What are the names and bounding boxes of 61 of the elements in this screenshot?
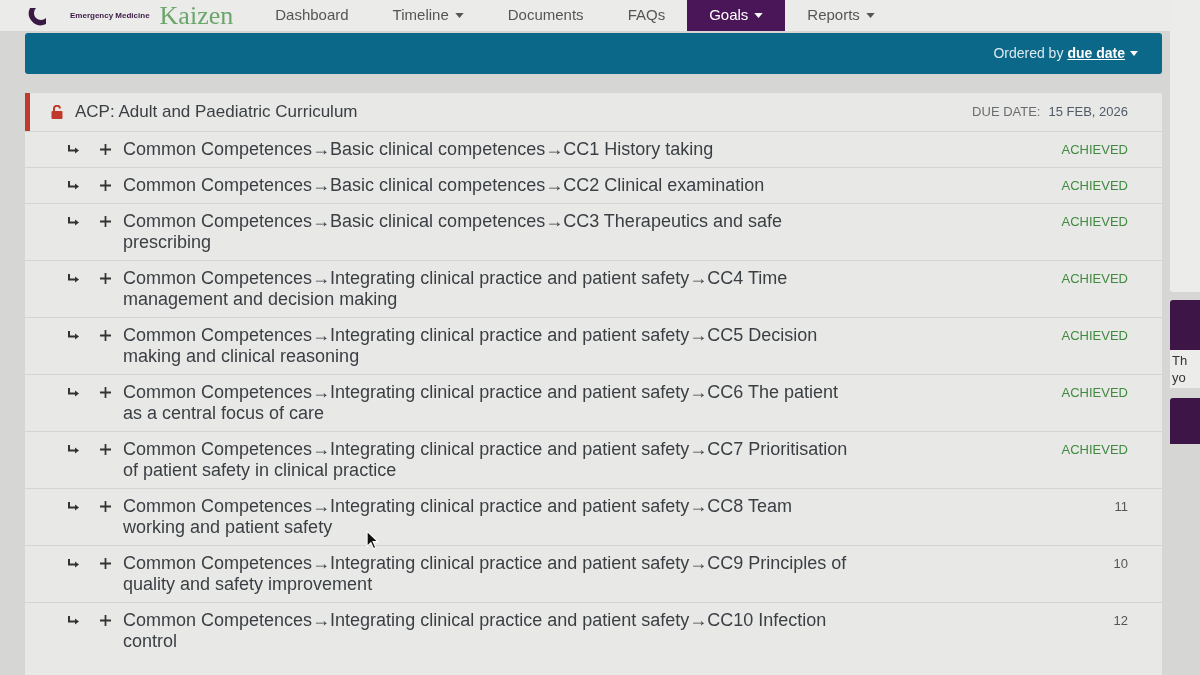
side-panel-text: Th	[1172, 352, 1189, 369]
status-label: ACHIEVED	[1061, 327, 1128, 345]
mouse-cursor-icon	[366, 530, 379, 550]
lock-icon	[51, 105, 63, 119]
plus-icon[interactable]	[100, 558, 111, 569]
return-arrow-icon	[67, 444, 80, 455]
goal-title[interactable]: ACP: Adult and Paediatric Curriculum	[75, 99, 358, 125]
competence-title: Common Competences→Basic clinical competences→CC3 Therapeutics and safe prescribing	[123, 211, 782, 252]
nav-tab[interactable]: Goals	[687, 0, 786, 31]
plus-icon[interactable]	[100, 180, 111, 191]
status-label: ACHIEVED	[1061, 441, 1128, 459]
logo-wordmark: Kaizen	[159, 1, 234, 30]
competence-title: Common Competences→Integrating clinical practice and patient safety→CC5 Decision making and clinical reasoning	[123, 325, 818, 366]
nav-tab[interactable]: FAQs	[605, 0, 688, 31]
plus-icon[interactable]	[100, 216, 111, 227]
plus-icon[interactable]	[100, 144, 111, 155]
nav-tab[interactable]: Reports	[785, 0, 897, 31]
return-arrow-icon	[67, 180, 80, 191]
side-panel-header	[1170, 398, 1200, 444]
due-date-label: DUE DATE:	[972, 103, 1041, 122]
sort-label: Ordered by	[993, 44, 1064, 63]
sort-dropdown[interactable]: due date	[1067, 43, 1138, 64]
competence-title: Common Competences→Integrating clinical practice and patient safety→CC10 Infection control	[123, 610, 827, 651]
side-panel-header	[1170, 300, 1200, 350]
logo-subtitle: Emergency Medicine	[70, 9, 150, 22]
side-panel-text: yo	[1172, 369, 1187, 386]
status-label: ACHIEVED	[1061, 141, 1128, 159]
competence-title: Common Competences→Integrating clinical practice and patient safety→CC7 Prioritisation of patient safety in clinical practice	[123, 439, 848, 480]
nav-tab[interactable]: Timeline	[370, 0, 486, 31]
plus-icon[interactable]	[100, 330, 111, 341]
return-arrow-icon	[67, 501, 80, 512]
return-arrow-icon	[67, 615, 80, 626]
return-arrow-icon	[67, 387, 80, 398]
competence-title: Common Competences→Integrating clinical practice and patient safety→CC6 The patient as a central focus of care	[123, 382, 839, 423]
count-label: 11	[1114, 498, 1128, 516]
plus-icon[interactable]	[100, 501, 111, 512]
return-arrow-icon	[67, 273, 80, 284]
competence-title: Common Competences→Integrating clinical practice and patient safety→CC8 Team working and patient safety	[123, 496, 792, 537]
count-label: 10	[1113, 555, 1128, 573]
logo-icon	[28, 5, 48, 26]
caret-icon	[1130, 51, 1138, 56]
plus-icon[interactable]	[100, 387, 111, 398]
return-arrow-icon	[67, 558, 80, 569]
status-label: ACHIEVED	[1061, 270, 1128, 288]
plus-icon[interactable]	[100, 615, 111, 626]
status-label: ACHIEVED	[1061, 177, 1128, 195]
competence-title: Common Competences→Integrating clinical practice and patient safety→CC9 Principles of quality and safety improvement	[123, 553, 847, 594]
plus-icon[interactable]	[100, 273, 111, 284]
nav-tab[interactable]: Documents	[485, 0, 606, 31]
return-arrow-icon	[67, 144, 80, 155]
plus-icon[interactable]	[100, 444, 111, 455]
competence-title: Common Competences→Basic clinical competences→CC1 History taking	[123, 139, 714, 159]
due-date-value: 15 FEB, 2026	[1048, 103, 1128, 122]
status-label: ACHIEVED	[1061, 384, 1128, 402]
competence-title: Common Competences→Basic clinical competences→CC2 Clinical examination	[123, 175, 765, 195]
return-arrow-icon	[67, 330, 80, 341]
nav-tab[interactable]: Dashboard	[253, 0, 371, 31]
status-label: ACHIEVED	[1061, 213, 1128, 231]
count-label: 12	[1113, 612, 1128, 630]
return-arrow-icon	[67, 216, 80, 227]
competence-title: Common Competences→Integrating clinical practice and patient safety→CC4 Time management and decision making	[123, 268, 788, 309]
